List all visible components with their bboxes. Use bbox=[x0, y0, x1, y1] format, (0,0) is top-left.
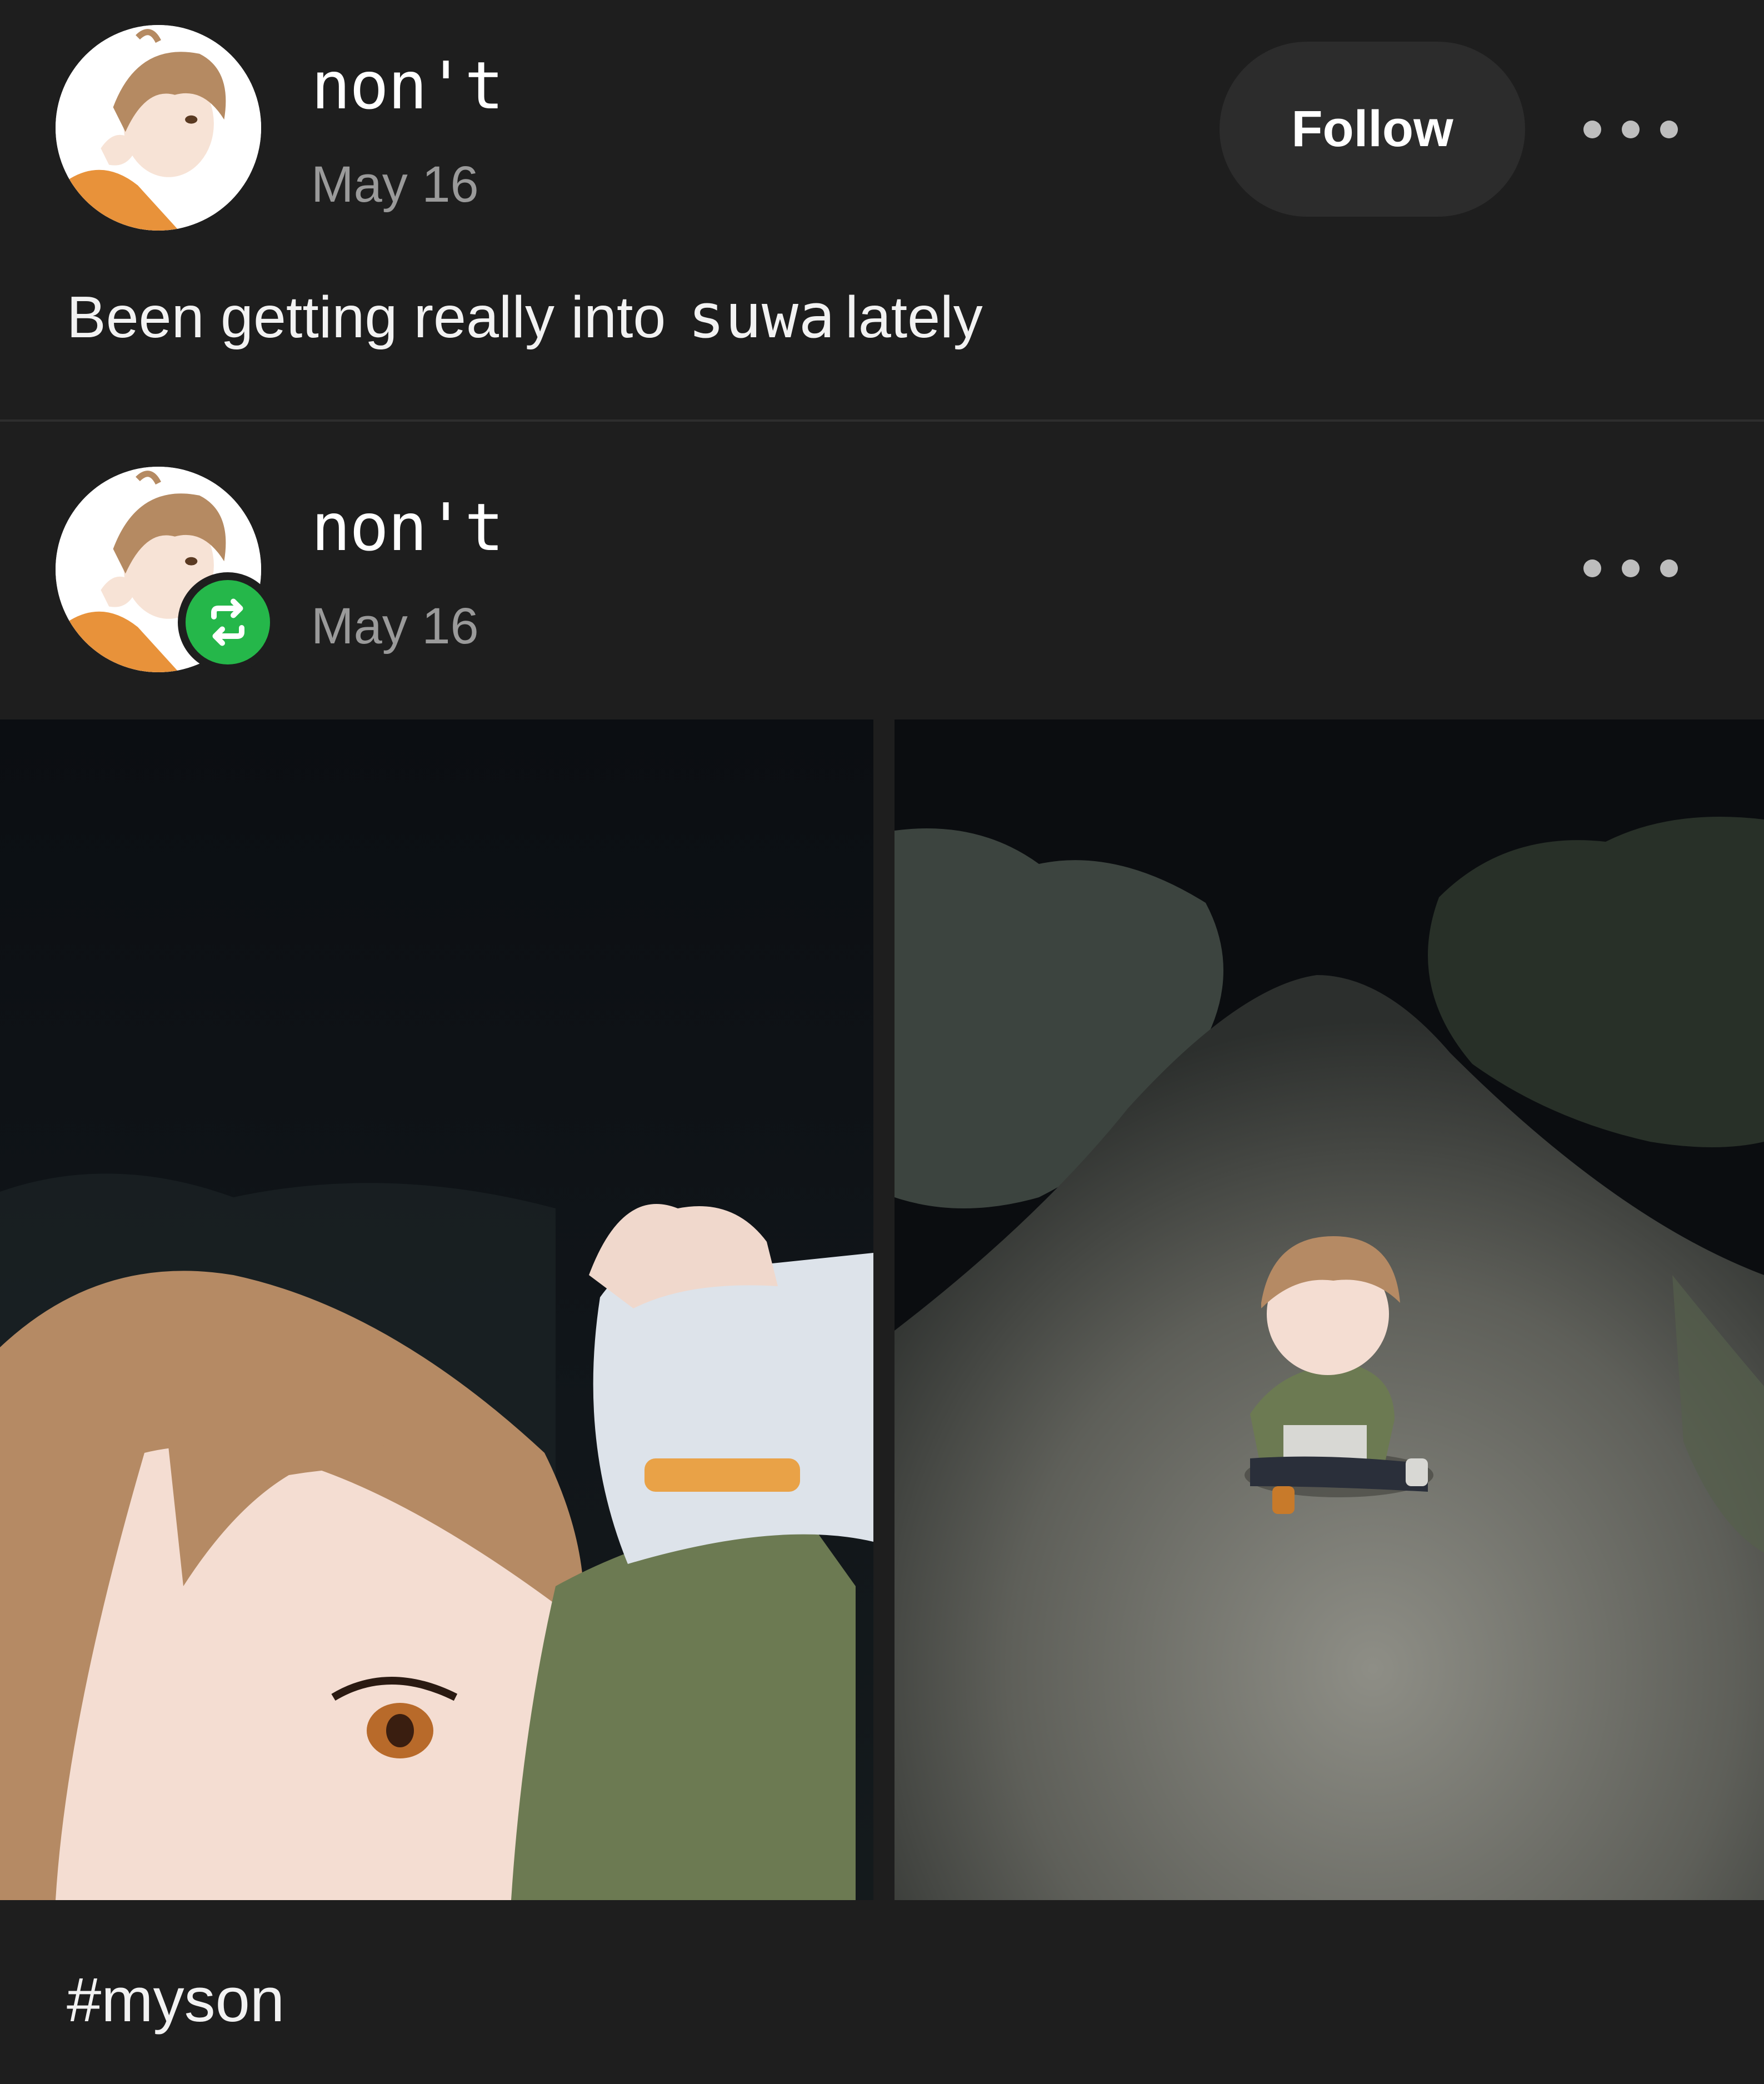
post-text-start: Been getting really into bbox=[67, 284, 666, 350]
photo-left[interactable] bbox=[0, 719, 873, 1900]
post-text-handwritten: suwa bbox=[688, 281, 836, 352]
username[interactable]: non't bbox=[311, 489, 504, 566]
username[interactable]: non't bbox=[311, 47, 504, 124]
post-text-end: lately bbox=[845, 284, 983, 350]
avatar[interactable] bbox=[56, 25, 261, 231]
hashtag[interactable]: #myson bbox=[67, 1964, 284, 2036]
reblog-icon bbox=[178, 572, 278, 672]
post-text: Been getting really into suwa lately bbox=[67, 281, 983, 352]
post-date: May 16 bbox=[311, 598, 479, 654]
photo-right-image bbox=[895, 719, 1764, 1900]
avatar-illustration bbox=[56, 25, 261, 231]
original-post-header: non't May 16 Follow bbox=[0, 0, 1764, 231]
photo-right[interactable] bbox=[895, 719, 1764, 1900]
follow-button[interactable]: Follow bbox=[1220, 42, 1525, 217]
more-options-icon[interactable] bbox=[1583, 543, 1678, 593]
photo-left-image bbox=[0, 719, 873, 1900]
divider bbox=[0, 419, 1764, 422]
more-options-icon[interactable] bbox=[1583, 104, 1678, 154]
post-date: May 16 bbox=[311, 156, 479, 213]
